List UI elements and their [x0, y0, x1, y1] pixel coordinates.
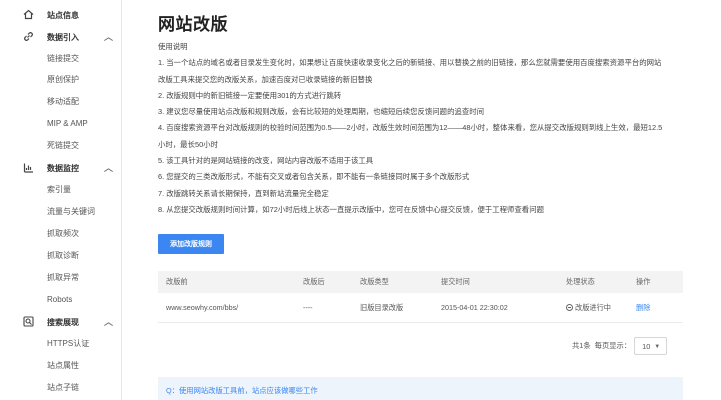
chevron-up-icon[interactable]: ︿: [104, 30, 113, 43]
column-header-type: 改版类型: [360, 277, 389, 286]
instruction-line: 5. 该工具针对的是网站链接的改变，网站内容改版不适用于该工具: [158, 156, 374, 166]
cell-status: 改版进行中: [566, 293, 611, 322]
instruction-line: 6. 您提交的三类改版形式，不能有交叉或者包含关系，即不能有一条链接同时属于多个…: [158, 172, 470, 182]
chart-icon: [23, 162, 34, 173]
instruction-line: 2. 改版规则中的新旧链接一定要使用301的方式进行跳转: [158, 90, 342, 100]
sidebar-section-label: 站点信息: [47, 10, 79, 20]
pagination: 共1条 每页显示： 10 ▼: [572, 336, 668, 356]
sidebar-section-label: 数据监控: [47, 163, 79, 173]
per-page-label: 每页显示：: [594, 341, 632, 350]
sidebar-item-robots[interactable]: Robots: [0, 289, 122, 309]
sidebar-item-traffic-keywords[interactable]: 流量与关键词: [0, 201, 122, 221]
cell-after: ----: [303, 303, 313, 312]
column-header-status: 处理状态: [566, 277, 595, 286]
chevron-up-icon[interactable]: ︿: [104, 315, 113, 328]
sidebar-item-mobile-adapt[interactable]: 移动适配: [0, 91, 122, 111]
instruction-line: 小时，最长50小时: [158, 139, 218, 149]
in-progress-icon: [566, 304, 573, 311]
sidebar-item-mip-amp[interactable]: MIP & AMP: [0, 113, 122, 133]
sidebar-section-label: 数据引入: [47, 32, 79, 42]
status-text: 改版进行中: [575, 302, 611, 312]
search-icon: [23, 316, 34, 327]
instruction-line: 改版工具来提交您的改版关系，加速百度对已收录链接的新旧替换: [158, 74, 373, 84]
instruction-line: 7. 改版跳转关系请长期保持，直到新站流量完全稳定: [158, 188, 329, 198]
main-content: 网站改版 使用说明 1. 当一个站点的域名或者目录发生变化时，如果想让百度快速收…: [122, 0, 721, 400]
sidebar-item-original-protection[interactable]: 原创保护: [0, 69, 122, 89]
usage-instructions: 使用说明 1. 当一个站点的域名或者目录发生变化时，如果想让百度快速收录变化之后…: [158, 39, 688, 218]
sidebar-item-crawl-diagnosis[interactable]: 抓取诊断: [0, 245, 122, 265]
instruction-line: 1. 当一个站点的域名或者目录发生变化时，如果想让百度快速收录变化之后的新链接、…: [158, 58, 662, 68]
sidebar-section-site-info[interactable]: 站点信息: [0, 5, 122, 25]
instruction-line: 3. 建议您尽量使用站点改版和规则改版，会有比较短的处理周期，也缩短后续您反馈问…: [158, 107, 485, 117]
instruction-line: 4. 百度搜索资源平台对改版规则的校验时间范围为0.5——2小时，改版生效时间范…: [158, 123, 663, 133]
sidebar-section-search-display[interactable]: 搜索展现 ︿: [0, 312, 122, 332]
sidebar-item-https[interactable]: HTTPS认证: [0, 333, 122, 353]
sidebar-item-site-attributes[interactable]: 站点属性: [0, 355, 122, 375]
sidebar-item-site-sublinks[interactable]: 站点子链: [0, 377, 122, 397]
table-row: www.seowhy.com/bbs/ ---- 旧版目录改版 2015-04-…: [158, 293, 683, 323]
delete-link[interactable]: 删除: [636, 293, 650, 322]
instructions-heading: 使用说明: [158, 42, 188, 51]
column-header-action: 操作: [636, 277, 651, 286]
sidebar-section-data-import[interactable]: 数据引入 ︿: [0, 27, 122, 47]
page-title: 网站改版: [158, 15, 228, 34]
sidebar: 站点信息 数据引入 ︿ 链接提交 原创保护 移动适配 MIP & AMP 死链提…: [0, 0, 122, 400]
total-count: 共1条: [572, 341, 591, 350]
table-header: 改版前 改版后 改版类型 提交时间 处理状态 操作: [158, 271, 683, 293]
column-header-after: 改版后: [303, 277, 325, 286]
faq-link[interactable]: Q：使用网站改版工具前，站点应该做哪些工作: [158, 377, 683, 400]
per-page-value: 10: [642, 341, 651, 351]
cell-time: 2015-04-01 22:30:02: [441, 303, 508, 312]
add-rule-button[interactable]: 添加改版规则: [158, 234, 224, 254]
revision-table: 改版前 改版后 改版类型 提交时间 处理状态 操作 www.seowhy.com…: [158, 271, 683, 323]
cell-before: www.seowhy.com/bbs/: [166, 303, 239, 312]
column-header-time: 提交时间: [441, 277, 470, 286]
sidebar-item-index-volume[interactable]: 索引量: [0, 179, 122, 199]
sidebar-item-dead-link[interactable]: 死链提交: [0, 135, 122, 155]
cell-type: 旧版目录改版: [360, 302, 404, 312]
column-header-before: 改版前: [166, 277, 188, 286]
sidebar-item-crawl-frequency[interactable]: 抓取频次: [0, 223, 122, 243]
sidebar-item-link-submit[interactable]: 链接提交: [0, 48, 122, 68]
sidebar-section-label: 搜索展现: [47, 317, 79, 327]
home-icon: [23, 9, 34, 20]
link-icon: [23, 31, 34, 42]
sidebar-section-data-monitor[interactable]: 数据监控 ︿: [0, 158, 122, 178]
sidebar-item-crawl-errors[interactable]: 抓取异常: [0, 267, 122, 287]
chevron-up-icon[interactable]: ︿: [104, 161, 113, 174]
per-page-select[interactable]: 10 ▼: [634, 337, 668, 355]
caret-down-icon: ▼: [654, 344, 661, 350]
instruction-line: 8. 从您提交改版规则时间计算，如72小时后线上状态一直提示改版中，您可在反馈中…: [158, 204, 544, 214]
